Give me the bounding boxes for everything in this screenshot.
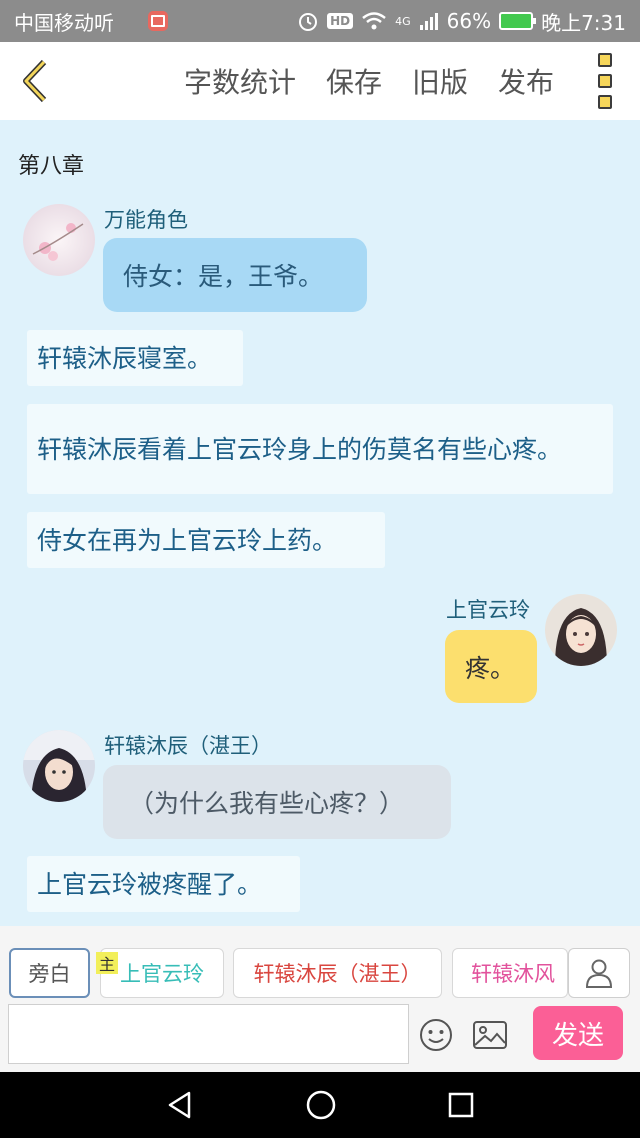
avatar-xuanyuan-muchen[interactable] — [23, 730, 95, 802]
speaker-name: 上官云玲 — [446, 598, 530, 622]
nav-recents-icon[interactable] — [447, 1091, 475, 1119]
carrier-name: 中国移动听 — [14, 10, 114, 35]
more-menu-icon[interactable] — [578, 42, 632, 120]
avatar-shangguan-yunling[interactable] — [545, 594, 617, 666]
network-type: 4G — [395, 14, 411, 28]
message-bubble[interactable]: （为什么我有些心疼？） — [103, 765, 451, 839]
role-chip-narrator[interactable]: 旁白 — [9, 948, 90, 998]
nav-home-icon[interactable] — [305, 1089, 337, 1121]
image-button[interactable] — [469, 1016, 511, 1054]
user-icon — [585, 959, 613, 988]
publish-button[interactable]: 发布 — [498, 61, 554, 101]
wifi-icon — [362, 12, 386, 30]
role-chip-xuanyuan-muchen[interactable]: 轩辕沐辰（湛王） — [233, 948, 442, 998]
word-count-button[interactable]: 字数统计 — [184, 61, 296, 101]
chevron-left-icon — [23, 59, 47, 103]
battery-percent: 66% — [446, 9, 492, 33]
status-icons: HD 4G 66% 晚上7:31 — [297, 7, 626, 36]
status-bar: 中国移动听 HD 4G 66% 晚上7:31 — [0, 0, 640, 42]
message-notification-icon — [148, 11, 168, 31]
main-role-badge: 主 — [96, 952, 118, 974]
save-button[interactable]: 保存 — [326, 61, 382, 101]
chapter-title: 第八章 — [18, 154, 85, 179]
speaker-name: 轩辕沐辰（湛王） — [104, 734, 272, 758]
old-version-button[interactable]: 旧版 — [412, 61, 468, 101]
signal-icon — [419, 13, 438, 30]
speaker-name: 万能角色 — [104, 208, 188, 232]
message-input[interactable] — [8, 1004, 409, 1064]
top-toolbar: 字数统计 保存 旧版 发布 — [0, 42, 640, 120]
system-nav-bar — [0, 1072, 640, 1138]
avatar-universal-role[interactable] — [23, 204, 95, 276]
role-chip-shangguan-yunling[interactable]: 上官云玲 — [100, 948, 224, 998]
emoji-icon — [420, 1019, 452, 1051]
clock-time: 晚上7:31 — [541, 10, 626, 35]
back-button[interactable] — [0, 42, 70, 120]
narration-text[interactable]: 轩辕沐辰寝室。 — [27, 330, 243, 386]
message-bubble[interactable]: 疼。 — [445, 630, 537, 703]
hd-badge: HD — [327, 13, 354, 29]
role-manage-button[interactable] — [568, 948, 630, 998]
narration-text[interactable]: 上官云玲被疼醒了。 — [27, 856, 300, 912]
input-area: 旁白 上官云玲 主 轩辕沐辰（湛王） 轩辕沐风 发送 — [0, 926, 640, 1072]
narration-text[interactable]: 侍女在再为上官云玲上药。 — [27, 512, 385, 568]
nav-back-icon[interactable] — [165, 1090, 195, 1120]
toolbar-actions: 字数统计 保存 旧版 发布 — [184, 61, 554, 101]
image-icon — [473, 1021, 507, 1049]
battery-icon — [499, 12, 537, 30]
send-button[interactable]: 发送 — [533, 1006, 623, 1060]
role-chip-xuanyuan-mufeng[interactable]: 轩辕沐风 — [452, 948, 568, 998]
message-bubble[interactable]: 侍女：是，王爷。 — [103, 238, 367, 312]
alarm-icon — [299, 13, 318, 31]
narration-text[interactable]: 轩辕沐辰看着上官云玲身上的伤莫名有些心疼。 — [27, 404, 613, 494]
emoji-button[interactable] — [417, 1016, 455, 1054]
chat-content: 第八章 万能角色 侍女：是，王爷。 轩辕沐辰寝室。 轩辕沐辰看着上官云玲身上的伤… — [0, 120, 640, 926]
